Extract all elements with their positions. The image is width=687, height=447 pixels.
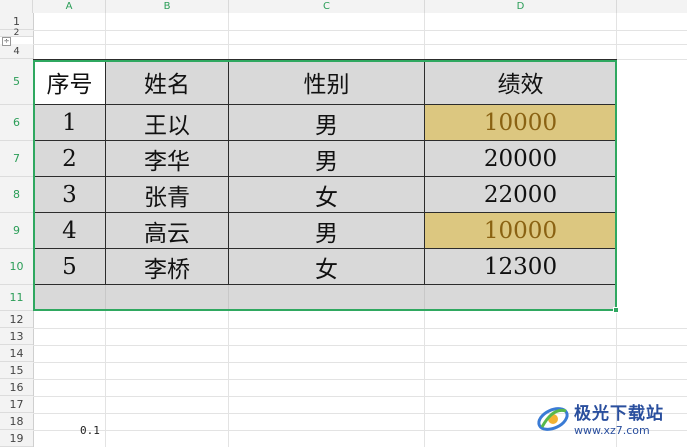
table-cell[interactable]: 2 <box>33 141 106 177</box>
row-header-9[interactable]: 9 <box>0 213 33 249</box>
table-cell[interactable]: 男 <box>229 105 425 141</box>
table-cell-highlighted[interactable]: 10000 <box>425 105 617 141</box>
row-header-12[interactable]: 12 <box>0 311 33 328</box>
table-cell[interactable]: 男 <box>229 213 425 249</box>
header-cell-gender[interactable]: 性别 <box>229 59 425 105</box>
row-header-19[interactable]: 19 <box>0 430 33 447</box>
table-cell[interactable]: 1 <box>33 105 106 141</box>
row-header-7[interactable]: 7 <box>0 141 33 177</box>
gridline <box>33 362 687 363</box>
fill-handle[interactable] <box>613 307 619 313</box>
empty-cell[interactable] <box>229 285 425 311</box>
column-header-e[interactable] <box>617 0 687 13</box>
table-cell[interactable]: 女 <box>229 249 425 285</box>
table-cell[interactable]: 男 <box>229 141 425 177</box>
empty-cell[interactable] <box>425 285 617 311</box>
empty-cell[interactable] <box>106 285 229 311</box>
row-header-2[interactable]: 2 <box>0 28 33 38</box>
watermark-logo-icon <box>537 407 569 431</box>
table-cell[interactable]: 高云 <box>106 213 229 249</box>
table-cell[interactable]: 女 <box>229 177 425 213</box>
row-header-16[interactable]: 16 <box>0 379 33 396</box>
empty-cell[interactable] <box>33 285 106 311</box>
watermark: 极光下载站 www.xz7.com <box>536 392 686 444</box>
watermark-url: www.xz7.com <box>574 424 650 437</box>
row-header-8[interactable]: 8 <box>0 177 33 213</box>
header-cell-name[interactable]: 姓名 <box>106 59 229 105</box>
row-header-13[interactable]: 13 <box>0 328 33 345</box>
table-cell[interactable]: 5 <box>33 249 106 285</box>
watermark-title: 极光下载站 <box>574 404 664 424</box>
row-header-6[interactable]: 6 <box>0 105 33 141</box>
row-header-18[interactable]: 18 <box>0 413 33 430</box>
gridline <box>33 30 687 31</box>
header-cell-performance[interactable]: 绩效 <box>425 59 617 105</box>
table-cell[interactable]: 李桥 <box>106 249 229 285</box>
table-cell[interactable]: 李华 <box>106 141 229 177</box>
cell-b18-value[interactable]: 0.1 <box>80 424 100 437</box>
table-cell[interactable]: 4 <box>33 213 106 249</box>
column-header-d[interactable]: D <box>425 0 617 13</box>
table-cell-highlighted[interactable]: 10000 <box>425 213 617 249</box>
table-cell[interactable]: 3 <box>33 177 106 213</box>
table-cell[interactable]: 张青 <box>106 177 229 213</box>
gridline <box>33 345 687 346</box>
table-cell[interactable]: 22000 <box>425 177 617 213</box>
row-header-5[interactable]: 5 <box>0 59 33 105</box>
column-header-a[interactable]: A <box>33 0 106 13</box>
gridline <box>33 328 687 329</box>
row-header-17[interactable]: 17 <box>0 396 33 413</box>
select-all-corner[interactable] <box>0 0 33 13</box>
column-header-b[interactable]: B <box>106 0 229 13</box>
row-header-11[interactable]: 11 <box>0 285 33 311</box>
spreadsheet-grid[interactable]: A B C D 1 2 4 5 6 7 8 9 10 11 12 13 14 1… <box>0 0 687 447</box>
gridline <box>33 44 687 45</box>
row-header-4[interactable]: 4 <box>0 44 33 59</box>
table-cell[interactable]: 20000 <box>425 141 617 177</box>
row-header-14[interactable]: 14 <box>0 345 33 362</box>
table-cell[interactable]: 12300 <box>425 249 617 285</box>
header-cell-index[interactable]: 序号 <box>33 59 106 105</box>
column-header-c[interactable]: C <box>229 0 425 13</box>
row-header-10[interactable]: 10 <box>0 249 33 285</box>
table-cell[interactable]: 王以 <box>106 105 229 141</box>
outline-expand-button[interactable]: ÷ <box>2 37 11 46</box>
row-header-15[interactable]: 15 <box>0 362 33 379</box>
gridline <box>33 379 687 380</box>
